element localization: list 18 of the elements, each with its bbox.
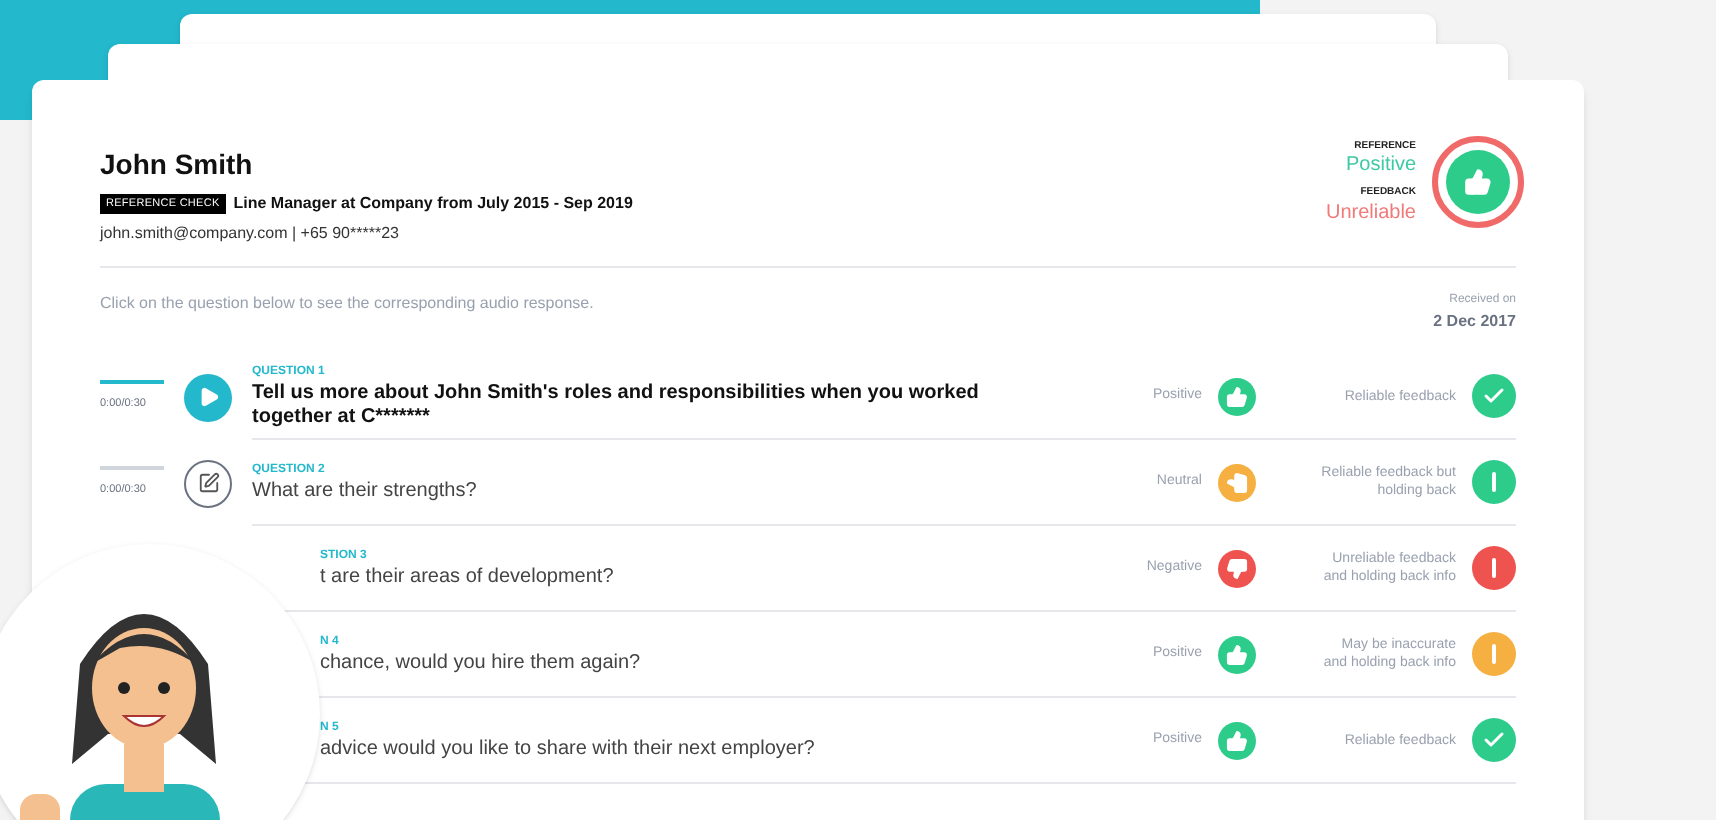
edit-icon xyxy=(184,459,232,507)
role-text: Line Manager at Company from July 2015 - Sep 2019 xyxy=(233,192,633,216)
question-text[interactable]: chance, would you hire them again? xyxy=(320,651,1036,675)
progress-track xyxy=(100,380,164,385)
candidate-name: John Smith xyxy=(100,146,255,184)
play-button[interactable] xyxy=(184,373,232,421)
question-text[interactable]: What are their strengths? xyxy=(252,479,1036,503)
thumbs-up-icon xyxy=(1432,136,1524,228)
feedback-value: Unreliable xyxy=(1325,201,1416,225)
contact-text: john.smith@company.com | +65 90*****23 xyxy=(100,222,401,246)
progress-track xyxy=(100,466,164,471)
received-date: 2 Dec 2017 xyxy=(1433,310,1516,334)
question-text[interactable]: Tell us more about John Smith's roles and responsibilities when you worked together at C******* xyxy=(252,381,1036,429)
question-text[interactable]: t are their areas of development? xyxy=(320,565,1036,589)
reference-value: Positive xyxy=(1345,154,1416,178)
play-icon xyxy=(197,386,219,408)
instruction-text: Click on the question below to see the corresponding audio response. xyxy=(100,292,594,316)
question-text[interactable]: advice would you like to share with their next employer? xyxy=(320,737,1036,761)
